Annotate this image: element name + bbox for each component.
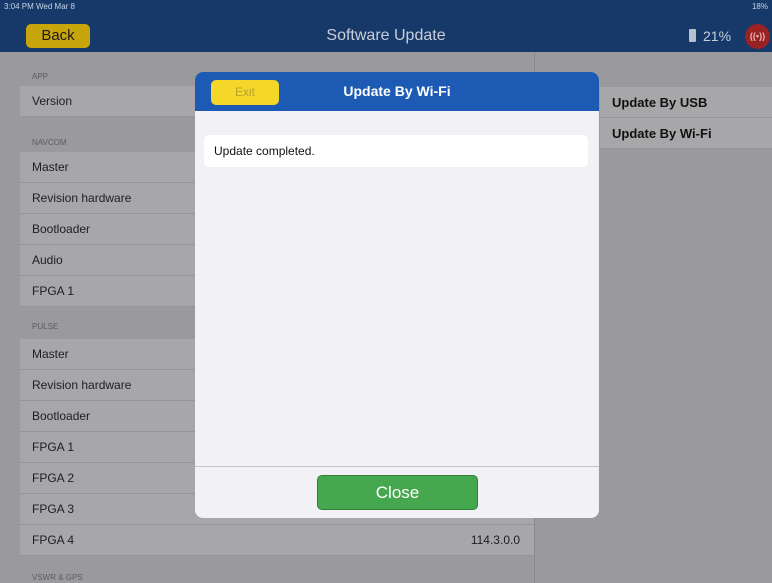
close-button[interactable]: Close [317,475,478,510]
section-header-vswr-gps: VSWR & GPS [32,573,83,582]
update-options-list: Update By USB Update By Wi-Fi [600,87,772,149]
list-item-value: 114.3.0.0 [470,533,520,547]
dialog-header: Exit Update By Wi-Fi [195,72,599,111]
list-item-label: Master [32,347,69,361]
list-item-label: Version [32,94,73,108]
list-item-label: FPGA 4 [32,533,75,547]
update-by-wifi-item[interactable]: Update By Wi-Fi [600,118,772,149]
navigation-bar: 3:04 PM Wed Mar 8 18% Back Software Upda… [0,0,772,52]
battery-icon [689,29,696,42]
list-item-label: FPGA 3 [32,502,75,516]
update-dialog: Exit Update By Wi-Fi Update completed. C… [195,72,599,518]
page-title: Software Update [326,27,446,44]
dialog-title: Update By Wi-Fi [343,83,451,99]
list-item-label: Bootloader [32,409,91,423]
list-item-label: Audio [32,253,63,267]
section-header-app: APP [32,72,49,81]
update-by-usb-item[interactable]: Update By USB [600,87,772,118]
section-header-pulse: PULSE [32,322,59,331]
list-item-label: FPGA 2 [32,471,75,485]
list-item-label: Master [32,160,69,174]
radio-signal-icon[interactable]: ((•)) [745,24,770,49]
status-time: 3:04 PM Wed Mar 8 [4,2,75,11]
list-item[interactable]: FPGA 4 114.3.0.0 [20,525,534,556]
status-indicators: 18% [751,2,768,11]
list-item-label: Revision hardware [32,378,132,392]
list-item-label: FPGA 1 [32,440,75,454]
list-item-label: FPGA 1 [32,284,75,298]
section-header-navcom: NAVCOM [32,138,67,147]
battery-percentage: 21% [703,28,732,44]
list-item-label: Revision hardware [32,191,132,205]
list-item-label: Bootloader [32,222,91,236]
status-message: Update completed. [204,135,588,167]
dialog-footer: Close [195,466,599,518]
